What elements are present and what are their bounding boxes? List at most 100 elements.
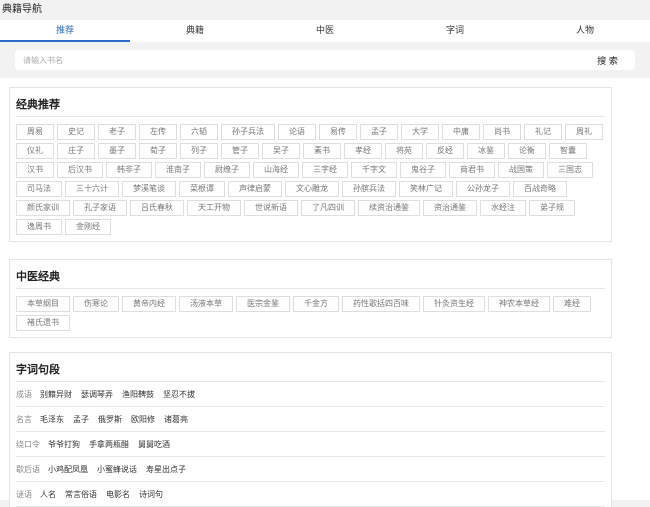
book-tag[interactable]: 笑林广记: [399, 181, 453, 197]
phrase-link[interactable]: 舅舅吃酒: [138, 439, 170, 450]
phrase-link[interactable]: 诗词句: [139, 489, 163, 500]
book-tag[interactable]: 庄子: [57, 143, 95, 159]
book-tag[interactable]: 吕氏春秋: [130, 200, 184, 216]
book-tag[interactable]: 褚氏遗书: [16, 315, 70, 331]
book-tag[interactable]: 公孙龙子: [456, 181, 510, 197]
book-tag[interactable]: 墨子: [98, 143, 136, 159]
book-tag[interactable]: 天工开物: [187, 200, 241, 216]
phrases-section: 字词句段 成语 别籍异财 瑟调琴弄 渔阳鞞鼓 坚忍不拔 名言 毛泽东 孟子 俄罗斯 欧阳修 诸葛亮绕…: [9, 352, 612, 507]
book-tag[interactable]: 论语: [278, 124, 316, 140]
book-tag[interactable]: 汉书: [16, 162, 54, 178]
book-tag[interactable]: 汤液本草: [179, 296, 233, 312]
tab-recommend[interactable]: 推荐: [0, 20, 130, 42]
tab-classics[interactable]: 典籍: [130, 20, 260, 42]
phrase-link[interactable]: 欧阳修: [131, 414, 155, 425]
book-tag[interactable]: 韩非子: [106, 162, 152, 178]
book-tag[interactable]: 世说新语: [244, 200, 298, 216]
book-tag[interactable]: 冰鉴: [467, 143, 505, 159]
book-tag[interactable]: 千金方: [293, 296, 339, 312]
phrase-link[interactable]: 坚忍不拔: [163, 389, 195, 400]
book-tag[interactable]: 吴子: [262, 143, 300, 159]
book-tag[interactable]: 礼记: [524, 124, 562, 140]
book-tag[interactable]: 山海经: [253, 162, 299, 178]
book-tag[interactable]: 尚书: [483, 124, 521, 140]
book-tag[interactable]: 了凡四训: [301, 200, 355, 216]
book-tag[interactable]: 论衡: [508, 143, 546, 159]
book-tag[interactable]: 水经注: [480, 200, 526, 216]
book-tag[interactable]: 声律启蒙: [228, 181, 282, 197]
book-tag[interactable]: 金刚经: [65, 219, 111, 235]
book-tag[interactable]: 战国策: [498, 162, 544, 178]
phrase-link[interactable]: 俄罗斯: [98, 414, 122, 425]
book-tag[interactable]: 千字文: [351, 162, 397, 178]
book-tag[interactable]: 后汉书: [57, 162, 103, 178]
phrase-link[interactable]: 小蜜蜂说话: [97, 464, 137, 475]
book-tag[interactable]: 孟子: [360, 124, 398, 140]
book-tag[interactable]: 百战奇略: [513, 181, 567, 197]
book-tag[interactable]: 左传: [139, 124, 177, 140]
book-tag[interactable]: 弟子规: [529, 200, 575, 216]
book-tag[interactable]: 智囊: [549, 143, 587, 159]
book-tag[interactable]: 三十六计: [65, 181, 119, 197]
book-tag[interactable]: 三国志: [547, 162, 593, 178]
book-tag[interactable]: 伤寒论: [73, 296, 119, 312]
book-tag[interactable]: 淮南子: [155, 162, 201, 178]
book-tag[interactable]: 逸周书: [16, 219, 62, 235]
book-tag[interactable]: 孔子家语: [73, 200, 127, 216]
phrase-link[interactable]: 诸葛亮: [164, 414, 188, 425]
search-input[interactable]: [15, 50, 580, 70]
book-tag[interactable]: 三字经: [302, 162, 348, 178]
tab-words[interactable]: 字词: [390, 20, 520, 42]
phrase-link[interactable]: 小鸡配凤凰: [48, 464, 88, 475]
book-tag[interactable]: 神农本草经: [488, 296, 550, 312]
book-tag[interactable]: 孝经: [344, 143, 382, 159]
book-tag[interactable]: 颜氏家训: [16, 200, 70, 216]
phrase-link[interactable]: 寿星出点子: [146, 464, 186, 475]
phrase-link[interactable]: 瑟调琴弄: [81, 389, 113, 400]
book-tag[interactable]: 菜根谭: [179, 181, 225, 197]
search-button[interactable]: 搜 索: [580, 54, 635, 67]
book-tag[interactable]: 列子: [180, 143, 218, 159]
book-tag[interactable]: 难经: [553, 296, 591, 312]
book-tag[interactable]: 管子: [221, 143, 259, 159]
book-tag[interactable]: 史记: [57, 124, 95, 140]
phrase-link[interactable]: 手拿两瓶醋: [89, 439, 129, 450]
tab-people[interactable]: 人物: [520, 20, 650, 42]
book-tag[interactable]: 易传: [319, 124, 357, 140]
phrase-link[interactable]: 毛泽东: [40, 414, 64, 425]
book-tag[interactable]: 大学: [401, 124, 439, 140]
phrase-link[interactable]: 常言俗语: [65, 489, 97, 500]
book-tag[interactable]: 黄帝内经: [122, 296, 176, 312]
book-tag[interactable]: 将苑: [385, 143, 423, 159]
book-tag[interactable]: 文心雕龙: [285, 181, 339, 197]
phrase-link[interactable]: 孟子: [73, 414, 89, 425]
book-tag[interactable]: 老子: [98, 124, 136, 140]
book-tag[interactable]: 续资治通鉴: [358, 200, 420, 216]
tab-tcm[interactable]: 中医: [260, 20, 390, 42]
book-tag[interactable]: 资治通鉴: [423, 200, 477, 216]
book-tag[interactable]: 本草纲目: [16, 296, 70, 312]
book-tag[interactable]: 药性歌括四百味: [342, 296, 420, 312]
book-tag[interactable]: 针灸资生经: [423, 296, 485, 312]
book-tag[interactable]: 鬼谷子: [400, 162, 446, 178]
book-tag[interactable]: 医宗金鉴: [236, 296, 290, 312]
book-tag[interactable]: 司马法: [16, 181, 62, 197]
book-tag[interactable]: 孙子兵法: [221, 124, 275, 140]
book-tag[interactable]: 梦溪笔谈: [122, 181, 176, 197]
book-tag[interactable]: 素书: [303, 143, 341, 159]
phrase-link[interactable]: 电影名: [106, 489, 130, 500]
phrase-link[interactable]: 渔阳鞞鼓: [122, 389, 154, 400]
book-tag[interactable]: 六韬: [180, 124, 218, 140]
phrase-link[interactable]: 爷爷打狗: [48, 439, 80, 450]
book-tag[interactable]: 尉缭子: [204, 162, 250, 178]
phrase-link[interactable]: 人名: [40, 489, 56, 500]
book-tag[interactable]: 仪礼: [16, 143, 54, 159]
book-tag[interactable]: 反经: [426, 143, 464, 159]
book-tag[interactable]: 中庸: [442, 124, 480, 140]
book-tag[interactable]: 商君书: [449, 162, 495, 178]
book-tag[interactable]: 荀子: [139, 143, 177, 159]
book-tag[interactable]: 周易: [16, 124, 54, 140]
book-tag[interactable]: 孙膑兵法: [342, 181, 396, 197]
book-tag[interactable]: 周礼: [565, 124, 603, 140]
phrase-link[interactable]: 别籍异财: [40, 389, 72, 400]
